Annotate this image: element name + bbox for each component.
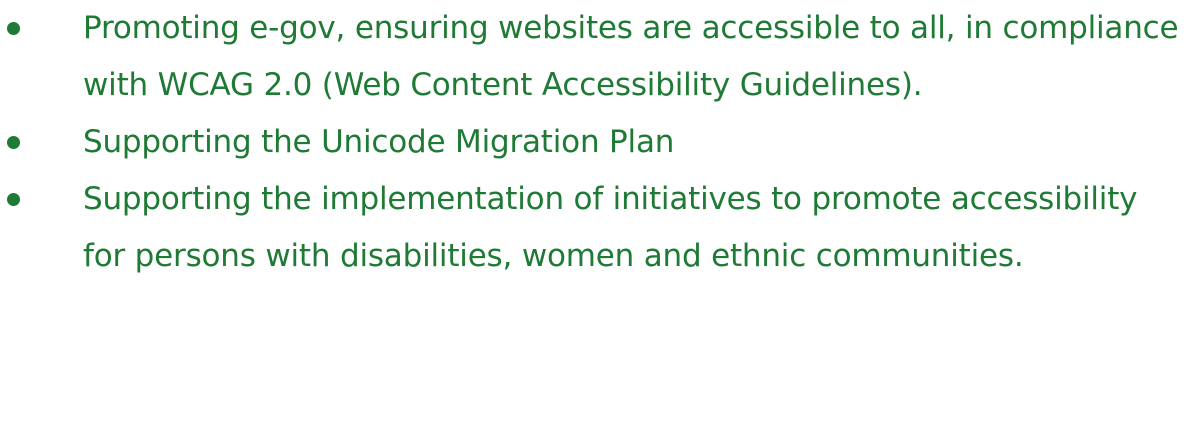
list-item: Supporting the Unicode Migration Plan: [0, 114, 1200, 171]
list-item-text: Promoting e-gov, ensuring websites are a…: [83, 10, 1179, 103]
bullet-icon: [7, 136, 20, 149]
list-item-text: Supporting the implementation of initiat…: [83, 181, 1138, 274]
bullet-icon: [7, 193, 20, 206]
list-item: Supporting the implementation of initiat…: [0, 171, 1200, 285]
document-page: Promoting e-gov, ensuring websites are a…: [0, 0, 1200, 445]
list-item-text: Supporting the Unicode Migration Plan: [83, 124, 675, 160]
bullet-icon: [7, 22, 20, 35]
list-item: Promoting e-gov, ensuring websites are a…: [0, 0, 1200, 114]
bullet-list: Promoting e-gov, ensuring websites are a…: [0, 0, 1200, 285]
